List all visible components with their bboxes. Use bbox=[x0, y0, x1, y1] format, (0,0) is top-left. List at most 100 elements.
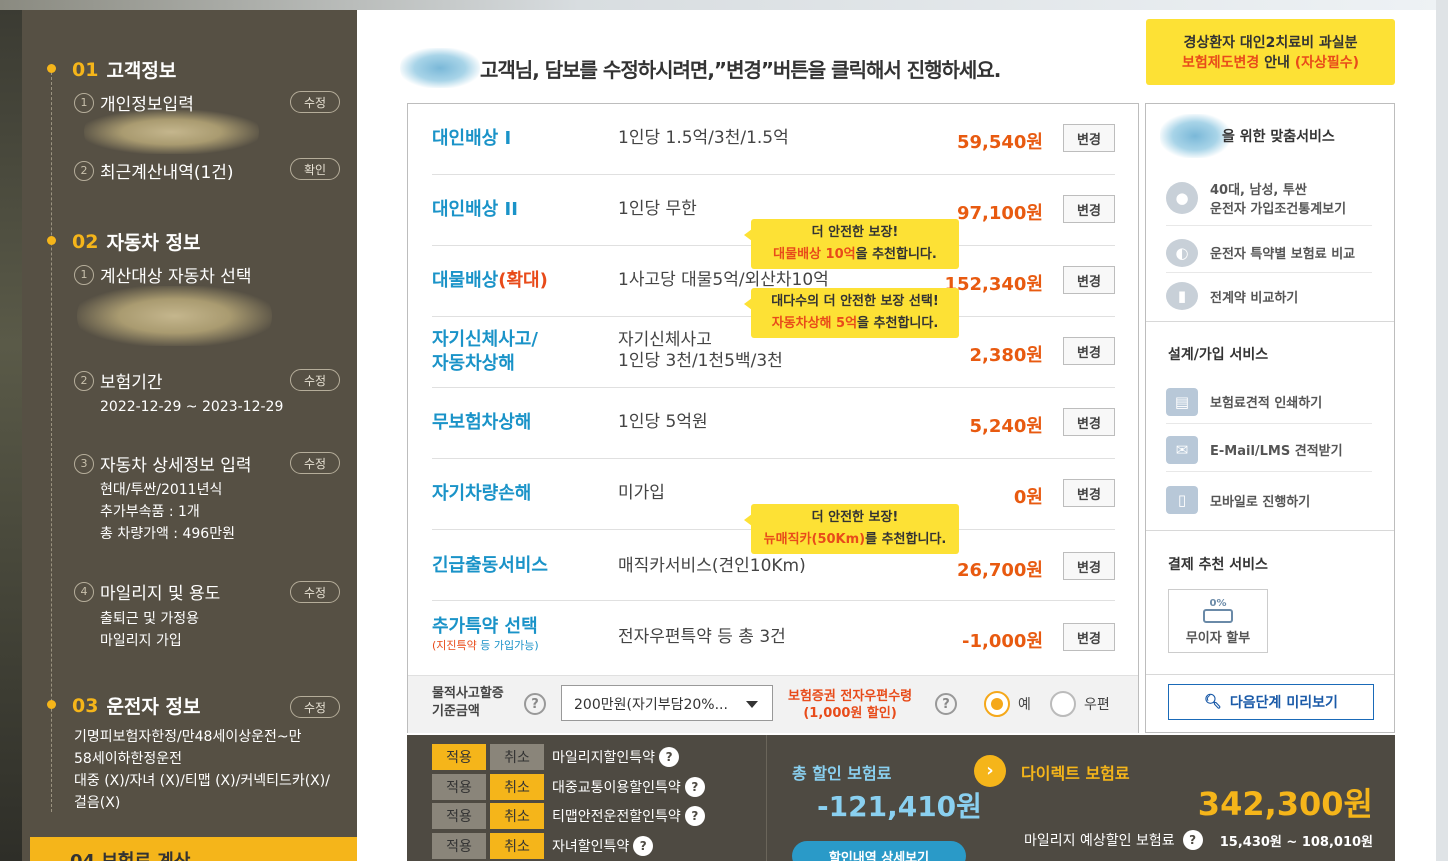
item-label: 운전자 특약별 보험료 비교 bbox=[1210, 247, 1356, 262]
mobile-link[interactable]: ▯ 모바일로 진행하기 bbox=[1166, 484, 1372, 522]
coverage-name: 긴급출동서비스 bbox=[432, 555, 548, 576]
compare-rider-link[interactable]: ◐ 운전자 특약별 보험료 비교 bbox=[1166, 238, 1372, 273]
item-label: 보험료견적 인쇄하기 bbox=[1210, 396, 1323, 411]
item-label: E-Mail/LMS 견적받기 bbox=[1210, 444, 1343, 459]
sub-recent-calc[interactable]: 2 최근계산내역(1건) bbox=[74, 158, 234, 183]
tip-text: 을 추천합니다. bbox=[855, 247, 937, 262]
section-premium-calc[interactable]: 04 보험료 계산 bbox=[30, 837, 357, 861]
direct-premium-value: 342,300원 bbox=[1197, 785, 1373, 823]
coverage-name-sub: (지진특약 등 가입가능) bbox=[432, 639, 539, 653]
confirm-button[interactable]: 확인 bbox=[290, 158, 340, 180]
sub-period[interactable]: 2 보험기간 bbox=[74, 368, 163, 393]
tip-highlight: 대물배상 10억 bbox=[773, 247, 856, 262]
edit-button[interactable]: 수정 bbox=[290, 452, 340, 474]
mileage-discount-value: 15,430원 ~ 108,010원 bbox=[1219, 835, 1373, 850]
coverage-price: 5,240원 bbox=[969, 416, 1044, 437]
redacted-name bbox=[1160, 114, 1230, 158]
sub-highlight: (지진특약 bbox=[432, 639, 477, 652]
tip-highlight: 뉴매직카(50Km) bbox=[763, 532, 866, 547]
coverage-row: 대인배상 I 1인당 1.5억/3천/1.5억 59,540원 변경 bbox=[432, 104, 1115, 175]
notice-banner[interactable]: 경상환자 대인2치료비 과실분 보험제도변경 안내 (자상필수) bbox=[1146, 19, 1395, 85]
cancel-button[interactable]: 취소 bbox=[490, 774, 544, 800]
sub-select-car[interactable]: 1 계산대상 자동차 선택 bbox=[74, 262, 252, 287]
change-button[interactable]: 변경 bbox=[1063, 337, 1115, 365]
help-icon[interactable]: ? bbox=[1182, 830, 1203, 850]
help-icon[interactable]: ? bbox=[659, 747, 680, 767]
tip-line: 더 안전한 보장! bbox=[811, 510, 899, 525]
notice-text: 안내 bbox=[1259, 55, 1295, 71]
section-car-info: 02 자동차 정보 bbox=[72, 228, 200, 255]
help-icon[interactable]: ? bbox=[935, 693, 957, 715]
email-estimate-link[interactable]: ✉ E-Mail/LMS 견적받기 bbox=[1166, 434, 1372, 472]
service-panel: 을 위한 맞춤서비스 ● 40대, 남성, 투싼 운전자 가입조건통계보기 ◐ 운전자… bbox=[1145, 103, 1395, 733]
coverage-name: 자기차량손해 bbox=[432, 483, 532, 504]
background-strip bbox=[0, 0, 22, 861]
mileage-join: 마일리지 가입 bbox=[100, 633, 182, 649]
discount-name: 자녀할인특약 bbox=[552, 839, 630, 855]
help-icon[interactable]: ? bbox=[684, 806, 705, 826]
coverage-desc: 1인당 1.5억/3천/1.5억 bbox=[618, 128, 789, 148]
next-step-button[interactable]: 🔍︎ 다음단계 미리보기 bbox=[1168, 684, 1374, 720]
coverage-price: -1,000원 bbox=[962, 631, 1043, 652]
tip-line: 더 안전한 보장! bbox=[811, 225, 899, 240]
user-icon: ● bbox=[1166, 181, 1198, 214]
item-label: 모바일로 진행하기 bbox=[1210, 494, 1311, 510]
mobile-icon: ▯ bbox=[1166, 486, 1198, 514]
change-button[interactable]: 변경 bbox=[1063, 124, 1115, 152]
notice-highlight: 보험제도변경 bbox=[1181, 55, 1260, 71]
edit-button[interactable]: 수정 bbox=[290, 581, 340, 603]
help-icon[interactable]: ? bbox=[524, 693, 546, 715]
apply-button[interactable]: 적용 bbox=[432, 744, 486, 770]
apply-button[interactable]: 적용 bbox=[432, 833, 486, 859]
surcharge-select[interactable]: 200만원(자기부담20%... bbox=[561, 685, 773, 721]
cancel-button[interactable]: 취소 bbox=[490, 833, 544, 859]
apply-button[interactable]: 적용 bbox=[432, 803, 486, 829]
help-icon[interactable]: ? bbox=[633, 836, 654, 856]
recommend-tooltip: 대다수의 더 안전한 보장 선택! 자동차상해 5억을 추천합니다. bbox=[744, 288, 959, 338]
radio-post[interactable]: 우편 bbox=[1050, 691, 1110, 717]
notice-required: (자상필수) bbox=[1294, 55, 1360, 71]
installment-button[interactable]: 0% 무이자 할부 bbox=[1168, 589, 1268, 653]
sub-mileage[interactable]: 4 마일리지 및 용도 bbox=[74, 579, 220, 604]
cancel-button[interactable]: 취소 bbox=[490, 803, 544, 829]
prev-contract-link[interactable]: ▮ 전계약 비교하기 bbox=[1166, 282, 1372, 316]
recommend-tooltip: 더 안전한 보장! 대물배상 10억을 추천합니다. bbox=[744, 219, 959, 269]
bookmark-icon: ▮ bbox=[1166, 282, 1198, 310]
redacted-car bbox=[77, 286, 272, 346]
step-dot bbox=[47, 700, 56, 709]
sub-label: 최근계산내역(1건) bbox=[100, 163, 234, 183]
edit-button[interactable]: 수정 bbox=[290, 91, 340, 113]
print-estimate-link[interactable]: ▤ 보험료견적 인쇄하기 bbox=[1166, 386, 1372, 424]
change-button[interactable]: 변경 bbox=[1063, 623, 1115, 651]
change-button[interactable]: 변경 bbox=[1063, 266, 1115, 294]
change-button[interactable]: 변경 bbox=[1063, 479, 1115, 507]
sub-car-detail[interactable]: 3 자동차 상세정보 입력 bbox=[74, 451, 252, 476]
edit-button[interactable]: 수정 bbox=[290, 369, 340, 391]
section-number: 04 bbox=[70, 851, 95, 861]
scrollbar[interactable] bbox=[1436, 0, 1448, 861]
change-button[interactable]: 변경 bbox=[1063, 552, 1115, 580]
section-number: 01 bbox=[72, 58, 99, 81]
chevron-down-icon bbox=[746, 701, 758, 708]
coverage-name-extra: (확대) bbox=[498, 270, 548, 291]
total-discount-value: -121,410원 bbox=[817, 790, 982, 823]
mileage-label-text: 마일리지 예상할인 보험료 bbox=[1024, 833, 1175, 849]
cancel-button[interactable]: 취소 bbox=[490, 744, 544, 770]
coverage-desc: 1인당 무한 bbox=[618, 199, 697, 219]
stats-link[interactable]: ● 40대, 남성, 투싼 운전자 가입조건통계보기 bbox=[1166, 176, 1372, 226]
edit-button[interactable]: 수정 bbox=[290, 696, 340, 718]
discount-detail-button[interactable]: 할인내역 상세보기 bbox=[792, 841, 966, 861]
discount-row: 적용 취소 자녀할인특약? bbox=[432, 833, 654, 859]
step-circle: 4 bbox=[74, 581, 94, 602]
change-button[interactable]: 변경 bbox=[1063, 195, 1115, 223]
divider bbox=[766, 735, 767, 861]
help-icon[interactable]: ? bbox=[684, 777, 705, 797]
divider bbox=[1146, 674, 1394, 675]
change-button[interactable]: 변경 bbox=[1063, 408, 1115, 436]
coverage-name: 자기신체사고/자동차상해 bbox=[432, 328, 538, 376]
radio-yes[interactable]: 예 bbox=[984, 691, 1031, 717]
coverage-desc: 1인당 5억원 bbox=[618, 412, 708, 432]
step-sidebar: 01 고객정보 1 개인정보입력 수정 2 최근계산내역(1건) 확인 02 자동차 정… bbox=[22, 10, 357, 861]
search-icon: 🔍︎ bbox=[1204, 694, 1222, 710]
apply-button[interactable]: 적용 bbox=[432, 774, 486, 800]
